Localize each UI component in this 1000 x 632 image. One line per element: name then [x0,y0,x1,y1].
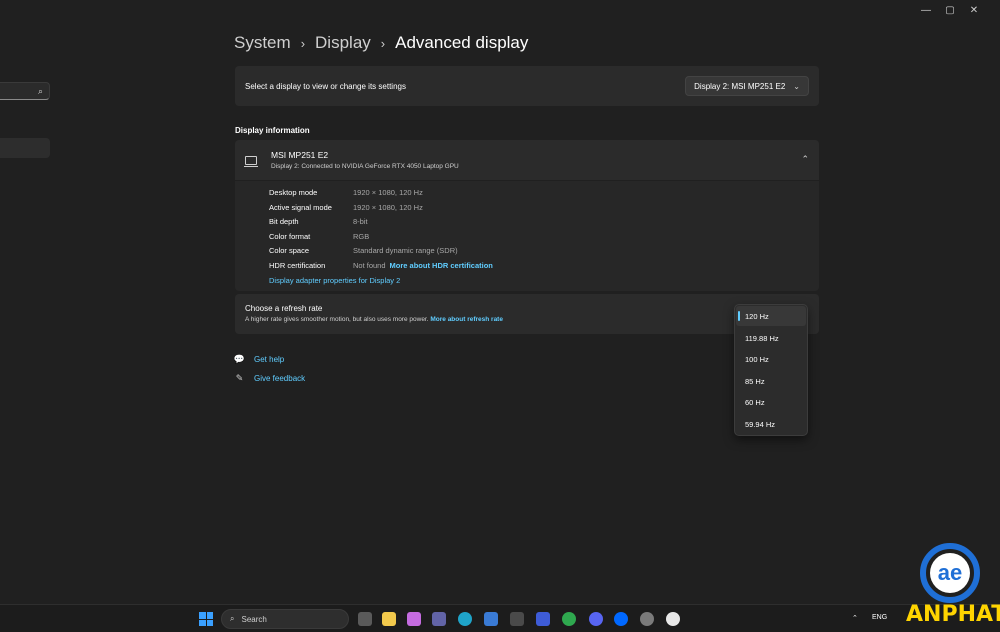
tray-chevron-up-icon[interactable]: ⌃ [852,614,858,622]
display-dropdown[interactable]: Display 2: MSI MP251 E2 ⌄ [685,76,809,96]
refresh-option-120[interactable]: 120 Hz [736,306,806,326]
property-row: Bit depth 8-bit [269,217,368,226]
property-key: Desktop mode [269,188,318,197]
display-info-header[interactable]: MSI MP251 E2 Display 2: Connected to NVI… [235,140,819,180]
start-button[interactable] [199,612,213,626]
zalo-icon[interactable] [614,612,628,626]
select-display-label: Select a display to view or change its s… [245,81,406,91]
chevron-down-icon: ⌄ [793,81,800,91]
property-key: Color format [269,232,311,241]
refresh-rate-description: A higher rate gives smoother motion, but… [245,316,809,323]
display-subtitle: Display 2: Connected to NVIDIA GeForce R… [271,163,459,170]
display-info-body: Desktop mode 1920 × 1080, 120 Hz Active … [235,181,819,291]
chrome-icon[interactable] [562,612,576,626]
breadcrumb-system[interactable]: System [234,33,291,53]
page-title: Advanced display [395,33,529,52]
taskbar-search[interactable]: ⌕ Search [221,609,349,629]
property-value: 1920 × 1080, 120 Hz [353,188,423,197]
feedback-icon: ✎ [235,373,244,383]
refresh-rate-desc-text: A higher rate gives smoother motion, but… [245,316,429,323]
give-feedback-row[interactable]: ✎ Give feedback [234,373,305,384]
window-controls: — ▢ ✕ [914,4,986,16]
property-key: Bit depth [269,217,299,226]
taskbar-search-placeholder: Search [241,614,267,624]
refresh-rate-card: Choose a refresh rate A higher rate give… [235,294,819,334]
property-value: 8-bit [353,217,368,226]
maximize-button[interactable]: ▢ [938,4,962,16]
settings-gear-icon[interactable] [640,612,654,626]
property-value: Not found [353,261,386,270]
store-icon[interactable] [484,612,498,626]
property-row: Color format RGB [269,232,369,241]
breadcrumb: System › Display › Advanced display [234,33,528,53]
nav-search-input[interactable]: ⌕ [0,82,50,100]
display-information-heading: Display information [235,126,310,135]
adapter-properties-link[interactable]: Display adapter properties for Display 2 [269,276,400,285]
refresh-option-60[interactable]: 60 Hz [736,392,806,412]
property-key: HDR certification [269,261,326,270]
property-row: Active signal mode 1920 × 1080, 120 Hz [269,203,423,212]
property-value: 1920 × 1080, 120 Hz [353,203,423,212]
close-button[interactable]: ✕ [962,4,986,16]
refresh-option-100[interactable]: 100 Hz [736,349,806,369]
breadcrumb-separator: › [380,35,386,51]
breadcrumb-separator: › [300,35,306,51]
property-key: Color space [269,246,310,255]
search-icon: ⌕ [37,86,43,96]
monitor-icon [244,155,258,167]
language-indicator[interactable]: ENG [872,614,887,621]
refresh-rate-link[interactable]: More about refresh rate [430,316,503,323]
chevron-up-icon[interactable]: ⌃ [801,154,809,165]
display-name: MSI MP251 E2 [271,150,329,160]
display-dropdown-value: Display 2: MSI MP251 E2 [694,81,786,91]
discord-icon[interactable] [589,612,603,626]
refresh-rate-menu: 120 Hz 119.88 Hz 100 Hz 85 Hz 60 Hz 59.9… [734,304,808,436]
app-icon[interactable] [536,612,550,626]
refresh-option-119-88[interactable]: 119.88 Hz [736,328,806,348]
app-icon[interactable] [510,612,524,626]
breadcrumb-display[interactable]: Display [315,33,371,53]
teams-icon[interactable] [432,612,446,626]
get-help-row[interactable]: 💬 Get help [234,354,284,365]
give-feedback-link[interactable]: Give feedback [254,374,305,383]
refresh-option-85[interactable]: 85 Hz [736,371,806,391]
taskbar: ⌕ Search ⌃ ENG [0,604,1000,632]
file-explorer-icon[interactable] [382,612,396,626]
hdr-certification-link[interactable]: More about HDR certification [390,261,493,270]
get-help-link[interactable]: Get help [254,355,284,364]
search-icon: ⌕ [230,614,235,623]
edge-icon[interactable] [458,612,472,626]
minimize-button[interactable]: — [914,4,938,16]
copilot-icon[interactable] [407,612,421,626]
property-value: Standard dynamic range (SDR) [353,246,458,255]
property-row: Color space Standard dynamic range (SDR) [269,246,458,255]
help-chat-icon: 💬 [233,354,246,364]
property-value: RGB [353,232,370,241]
task-view-icon[interactable] [358,612,372,626]
watermark-logo: ae [930,553,970,593]
refresh-rate-title: Choose a refresh rate [245,304,323,313]
nav-selected-item[interactable] [0,138,50,158]
watermark-text: ANPHAT [906,602,1000,627]
property-row: Desktop mode 1920 × 1080, 120 Hz [269,188,423,197]
property-row: HDR certification Not found More about H… [269,261,493,270]
select-display-card: Select a display to view or change its s… [235,66,819,106]
app-icon[interactable] [666,612,680,626]
property-key: Active signal mode [269,203,332,212]
refresh-option-59-94[interactable]: 59.94 Hz [736,414,806,434]
